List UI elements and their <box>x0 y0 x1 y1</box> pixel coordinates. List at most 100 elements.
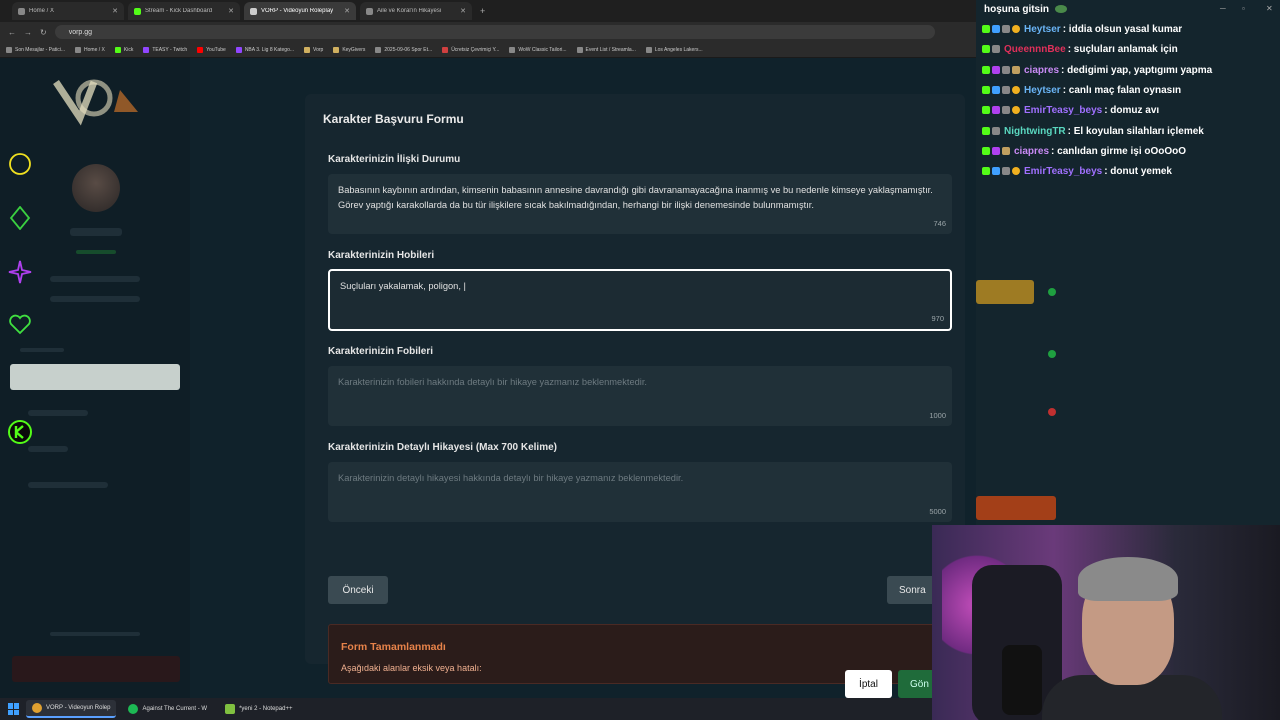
relationship-textarea[interactable]: Babasının kaybının ardından, kimsenin ba… <box>328 174 952 234</box>
background-ui-ghost <box>976 496 1056 520</box>
kick-badge-icon <box>982 127 990 135</box>
chat-message: Heytser: canlı maç falan oynasın <box>982 81 1181 99</box>
emote-badge-icon <box>1002 147 1010 155</box>
chat-text: : canlıdan girme işi oOoOoO <box>1051 145 1187 157</box>
stat-row-blurred <box>50 296 140 302</box>
field-label: Karakterinizin Fobileri <box>328 346 434 357</box>
mod-badge-icon <box>1002 25 1010 33</box>
status-blurred <box>76 250 116 254</box>
previous-button[interactable]: Önceki <box>328 576 388 604</box>
close-icon[interactable]: ✕ <box>228 7 234 15</box>
bookmark[interactable]: WoW Classic Tailori... <box>509 46 567 53</box>
minimize-icon[interactable]: ─ <box>1220 4 1226 13</box>
maximize-icon[interactable]: ▫ <box>1242 4 1245 13</box>
chat-text: : donut yemek <box>1104 165 1172 177</box>
chat-message: ciapres: dedigimi yap, yaptıgımı yapma <box>982 61 1212 79</box>
bookmark[interactable]: Event List / Streamla... <box>576 46 636 53</box>
hobbies-textarea[interactable]: Suçluları yakalamak, poligon, | 970 <box>328 269 952 331</box>
close-icon[interactable]: ✕ <box>460 7 466 15</box>
browser-tab-active[interactable]: VORP - Videoyun Roleplay ✕ <box>244 2 356 20</box>
address-bar: ← → ↻ vorp.gg <box>0 22 980 42</box>
stat-row-blurred <box>50 276 140 282</box>
close-icon[interactable]: ✕ <box>1266 4 1273 13</box>
bookmark[interactable]: Home / X <box>75 46 105 53</box>
reload-icon[interactable]: ↻ <box>40 28 47 37</box>
circle-icon[interactable] <box>8 152 32 176</box>
error-text: Aşağıdaki alanlar eksik veya hatalı: <box>341 663 482 673</box>
bookmark[interactable]: Ücretsiz Çevrimiçi Y... <box>442 46 499 53</box>
bookmark[interactable]: Son Mesajlar - Patici... <box>6 46 65 53</box>
chat-username: NightwingTR <box>1004 125 1066 137</box>
close-icon[interactable]: ✕ <box>344 7 350 15</box>
vorp-logo-icon <box>250 7 257 15</box>
kick-badge-icon <box>982 45 990 53</box>
sidebar-item-blurred[interactable] <box>28 482 108 488</box>
browser-tab[interactable]: Home / X ✕ <box>12 2 124 20</box>
sub-badge-icon <box>992 147 1000 155</box>
cancel-button[interactable]: İptal <box>845 670 892 698</box>
back-icon[interactable]: ← <box>8 28 16 37</box>
chat-username: ciapres <box>1014 145 1050 157</box>
bookmark[interactable]: KeyGivers <box>333 46 365 53</box>
sidebar-item-blurred[interactable] <box>28 410 88 416</box>
browser-tab[interactable]: Aile ve Koral'ın Hikayesi ✕ <box>360 2 472 20</box>
field-label: Karakterinizin İlişki Durumu <box>328 154 461 165</box>
bookmark[interactable]: TEASY - Twitch <box>143 46 187 53</box>
forward-icon[interactable]: → <box>24 28 32 37</box>
bookmark[interactable]: Kick <box>114 46 133 53</box>
chat-text: : suçluları anlamak için <box>1067 43 1178 55</box>
chat-text: : dedigimi yap, yaptıgımı yapma <box>1061 64 1213 76</box>
status-dot <box>1048 408 1056 416</box>
taskbar-item[interactable]: *yeni 2 - Notepad++ <box>219 700 298 718</box>
new-tab-icon[interactable]: + <box>480 6 485 16</box>
chat-message: EmirTeasy_beys: domuz avı <box>982 101 1159 119</box>
sub-badge-icon <box>992 106 1000 114</box>
bookmark[interactable]: Vorp <box>304 46 323 53</box>
sidebar <box>0 58 190 698</box>
kick-badge-icon <box>982 106 990 114</box>
bookmark-icon <box>143 46 150 53</box>
textarea-value: Babasının kaybının ardından, kimsenin ba… <box>338 185 933 210</box>
browser-tab[interactable]: Stream - Kick Dashboard ✕ <box>128 2 240 20</box>
folder-icon <box>304 46 311 53</box>
bookmark-icon <box>75 46 82 53</box>
bookmark[interactable]: Los Angeles Lakers... <box>645 46 703 53</box>
backstory-textarea[interactable]: Karakterinizin detaylı hikayesi hakkında… <box>328 462 952 522</box>
sub-badge-icon <box>992 66 1000 74</box>
chat-text: : El koyulan silahları içlemek <box>1067 125 1204 137</box>
char-counter: 1000 <box>929 411 946 420</box>
bookmark-icon <box>197 46 204 53</box>
username-blurred <box>70 228 122 236</box>
logout-button[interactable] <box>12 656 180 682</box>
sidebar-item-active[interactable] <box>10 364 180 390</box>
emote-badge-icon <box>1012 66 1020 74</box>
sub-badge-icon <box>992 167 1000 175</box>
mod-badge-icon <box>1002 66 1010 74</box>
heart-icon[interactable] <box>8 312 32 336</box>
folder-icon <box>333 46 340 53</box>
windows-start-icon[interactable] <box>8 703 20 715</box>
close-icon[interactable]: ✕ <box>112 7 118 15</box>
gift-badge-icon <box>1012 167 1020 175</box>
bookmark[interactable]: NBA 3. Lig 8 Katego... <box>235 46 294 53</box>
textarea-placeholder: Karakterinizin fobileri hakkında detaylı… <box>338 377 648 387</box>
phobias-textarea[interactable]: Karakterinizin fobileri hakkında detaylı… <box>328 366 952 426</box>
sub-badge-icon <box>992 25 1000 33</box>
diamond-icon[interactable] <box>8 206 32 230</box>
star-icon[interactable] <box>8 260 32 284</box>
bookmarks-bar: Son Mesajlar - Patici... Home / X Kick T… <box>0 42 980 58</box>
sidebar-item-blurred[interactable] <box>28 446 68 452</box>
taskbar-item[interactable]: VORP - Videoyun Rolep <box>26 700 117 718</box>
error-title: Form Tamamlanmadı <box>341 641 446 653</box>
chat-text: : canlı maç falan oynasın <box>1062 84 1182 96</box>
gift-badge-icon <box>1012 106 1020 114</box>
mod-badge-icon <box>992 45 1000 53</box>
textarea-value: Suçluları yakalamak, poligon, | <box>340 281 466 291</box>
bookmark[interactable]: 2025-09-06 Spor Et... <box>375 46 432 53</box>
taskbar-item[interactable]: Against The Current - W <box>122 700 213 718</box>
bookmark[interactable]: YouTube <box>197 46 226 53</box>
chat-username: ciapres <box>1024 64 1060 76</box>
bookmark-icon <box>509 46 516 53</box>
kick-logo-icon[interactable] <box>8 420 32 444</box>
url-field[interactable]: vorp.gg <box>54 25 935 39</box>
